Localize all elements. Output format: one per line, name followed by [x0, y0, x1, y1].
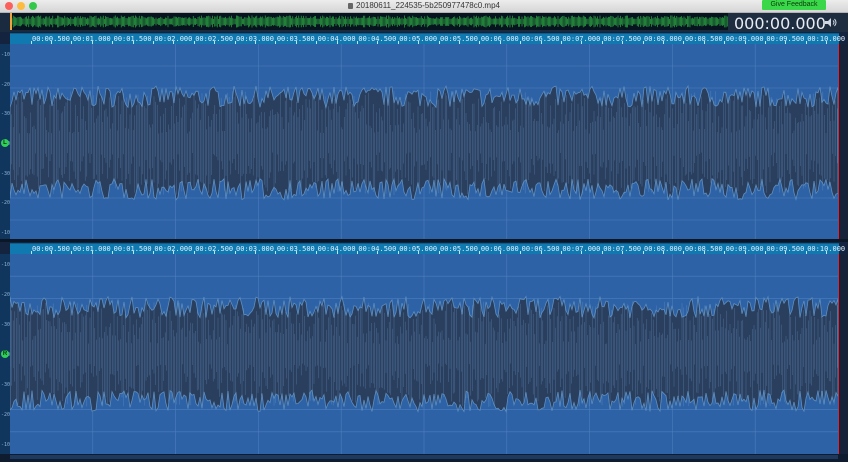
- scrollbar-thumb[interactable]: [10, 455, 838, 459]
- channel-right-waveform[interactable]: [10, 254, 838, 454]
- channel-badge-left[interactable]: L: [1, 139, 9, 147]
- right-gutter-top: [838, 44, 848, 242]
- db-scale-label: -20: [1, 200, 11, 207]
- channel-left-waveform[interactable]: [10, 44, 838, 242]
- timecode-display: 000:00.000: [734, 14, 826, 33]
- waveform-overview[interactable]: [10, 13, 728, 30]
- end-cursor-bottom: [838, 254, 839, 454]
- end-cursor-top: [838, 44, 839, 242]
- window-title-text: 20180611_224535-5b250977478c0.mp4: [356, 1, 500, 10]
- channel-separator: [0, 239, 848, 242]
- db-scale-label: -20: [1, 412, 11, 418]
- db-scale-label: -30: [1, 382, 11, 388]
- db-scale-label: -30: [1, 111, 11, 118]
- db-scale-label: -10: [1, 262, 11, 268]
- channel-badge-right[interactable]: R: [1, 350, 9, 358]
- overview-samples: [11, 15, 728, 28]
- overview-waveform: [11, 15, 728, 28]
- db-scale-label: -10: [1, 230, 11, 236]
- db-scale-label: -10: [1, 52, 11, 58]
- db-scale-label: -20: [1, 292, 11, 298]
- db-scale-label: -20: [1, 81, 11, 88]
- waveform-canvas: [10, 44, 838, 242]
- document-icon: [348, 3, 353, 9]
- speaker-icon[interactable]: [825, 18, 837, 27]
- overview-playhead[interactable]: [10, 13, 12, 30]
- db-scale-label: -30: [1, 170, 11, 177]
- waveform-canvas: [10, 254, 838, 454]
- give-feedback-button[interactable]: Give Feedback: [762, 0, 826, 10]
- window-title: 20180611_224535-5b250977478c0.mp4: [0, 0, 848, 12]
- db-scale-label: -10: [1, 442, 11, 448]
- right-gutter-bottom: [838, 254, 848, 454]
- db-scale-label: -30: [1, 322, 11, 328]
